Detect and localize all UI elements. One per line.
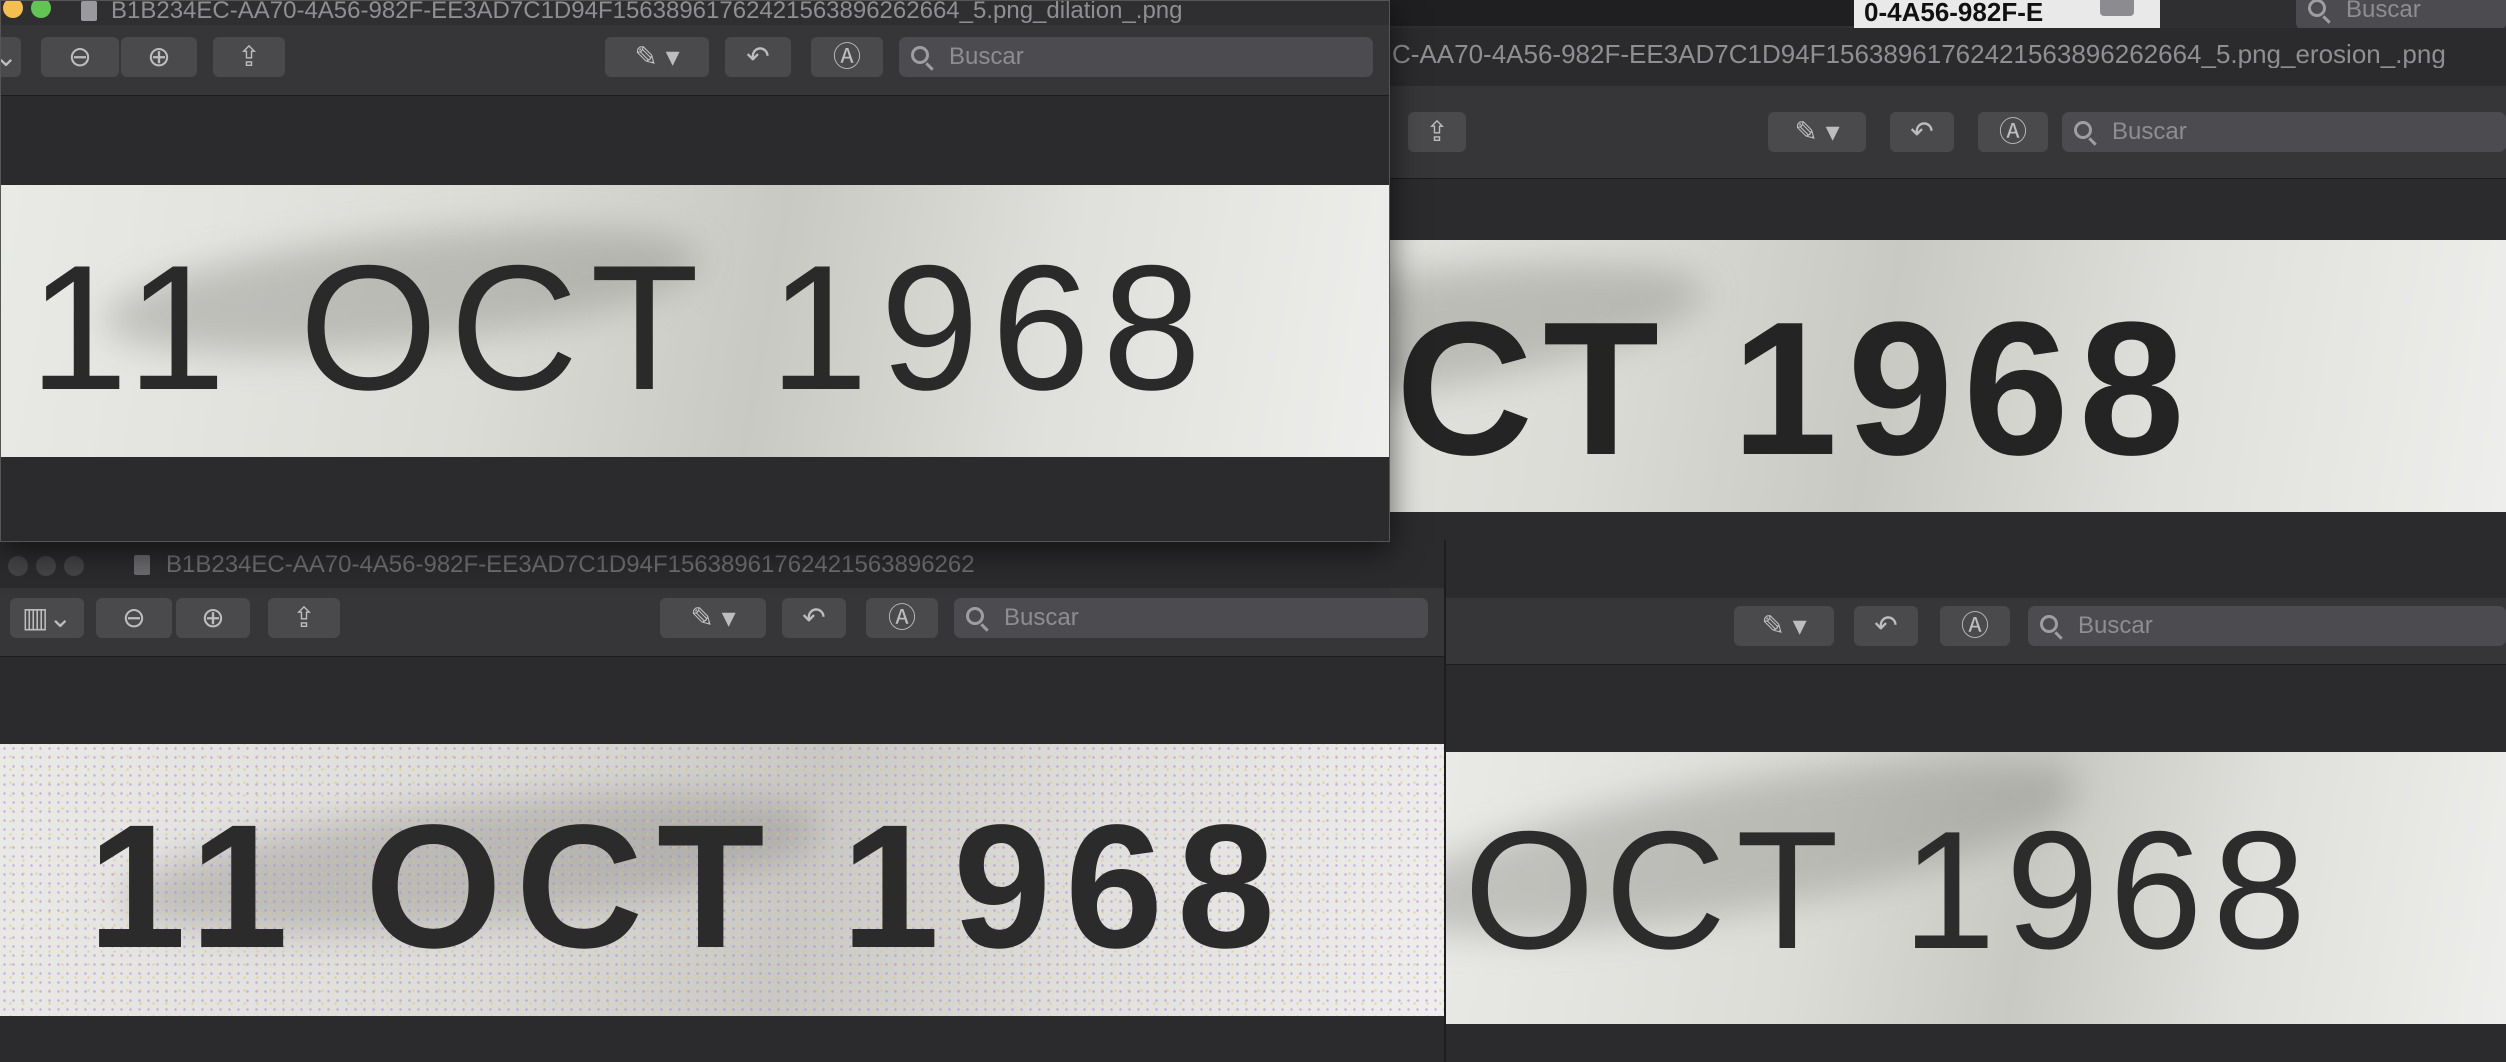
markup-pen-icon: ✎ ▾ xyxy=(690,602,736,633)
document-icon xyxy=(81,1,97,21)
noise-image-text: 11 OCT 1968 xyxy=(88,789,1289,985)
rotate-icon: ↶ xyxy=(1910,116,1934,147)
markup-button[interactable]: ✎ ▾ xyxy=(660,598,766,638)
annotate-icon: Ⓐ xyxy=(832,41,861,72)
zoom-in-icon: ⊕ xyxy=(147,41,171,72)
zoom-button[interactable] xyxy=(31,1,51,18)
annotate-button[interactable]: Ⓐ xyxy=(866,598,938,638)
rotate-button[interactable]: ↶ xyxy=(1890,112,1954,152)
sidebar-button[interactable]: ▥⌄ xyxy=(10,598,84,638)
rotate-button[interactable]: ↶ xyxy=(1854,606,1918,646)
share-icon: ⇪ xyxy=(237,41,261,72)
share-button[interactable]: ⇪ xyxy=(213,37,285,77)
search-icon xyxy=(966,607,984,625)
search-placeholder: Buscar xyxy=(2078,612,2153,639)
original-toolbar: ✎ ▾ ↶ Ⓐ Buscar xyxy=(1444,598,2506,665)
search-field[interactable]: Buscar xyxy=(954,598,1428,638)
search-placeholder: Buscar xyxy=(949,43,1024,70)
search-placeholder: Buscar xyxy=(2346,0,2421,23)
document-icon xyxy=(134,555,150,575)
dilation-window-titlebar: B1B234EC-AA70-4A56-982F-EE3AD7C1D94F1563… xyxy=(1,1,1389,25)
search-placeholder: Buscar xyxy=(1004,604,1079,631)
share-icon: ⇪ xyxy=(292,602,316,633)
markup-pen-icon: ✎ ▾ xyxy=(634,41,680,72)
zoom-out-button[interactable]: ⊖ xyxy=(96,598,172,638)
search-icon xyxy=(911,46,929,64)
markup-pen-icon: ✎ ▾ xyxy=(1794,116,1840,147)
search-field[interactable]: Buscar xyxy=(2296,0,2506,28)
noise-window-title: B1B234EC-AA70-4A56-982F-EE3AD7C1D94F1563… xyxy=(166,551,975,578)
zoom-in-icon: ⊕ xyxy=(201,602,225,633)
close-button[interactable] xyxy=(8,555,28,576)
markup-pen-icon: ✎ ▾ xyxy=(1761,610,1807,641)
dilation-window: B1B234EC-AA70-4A56-982F-EE3AD7C1D94F1563… xyxy=(0,0,1390,542)
rotate-button[interactable]: ↶ xyxy=(782,598,846,638)
annotate-button[interactable]: Ⓐ xyxy=(1978,112,2048,152)
noise-image: 11 OCT 1968 xyxy=(0,744,1444,1016)
dilation-image-text: 11 OCT 1968 xyxy=(29,228,1214,427)
traffic-lights[interactable] xyxy=(8,550,92,580)
search-icon xyxy=(2040,615,2058,633)
markup-button[interactable]: ✎ ▾ xyxy=(1768,112,1866,152)
noise-window-titlebar: B1B234EC-AA70-4A56-982F-EE3AD7C1D94F1563… xyxy=(0,550,1444,580)
zoom-button[interactable] xyxy=(64,555,84,576)
rotate-button[interactable]: ↶ xyxy=(725,37,791,77)
original-window: ✎ ▾ ↶ Ⓐ Buscar OCT 1968 xyxy=(1444,598,2506,1062)
rotate-icon: ↶ xyxy=(802,602,826,633)
erosion-window-title: C-AA70-4A56-982F-EE3AD7C1D94F15638961762… xyxy=(1392,39,2446,68)
markup-button[interactable]: ✎ ▾ xyxy=(605,37,709,77)
annotate-button[interactable]: Ⓐ xyxy=(1940,606,2010,646)
dilation-toolbar: ⌄ ⊖ ⊕ ⇪ ✎ ▾ ↶ Ⓐ Buscar xyxy=(1,25,1389,96)
zoom-in-button[interactable]: ⊕ xyxy=(176,598,250,638)
original-image: OCT 1968 xyxy=(1444,752,2506,1024)
rotate-icon: ↶ xyxy=(1874,610,1898,641)
annotate-icon: Ⓐ xyxy=(887,602,916,633)
annotate-icon: Ⓐ xyxy=(1998,116,2027,147)
chevron-down-icon: ⌄ xyxy=(1,41,18,72)
share-button[interactable]: ⇪ xyxy=(1408,112,1466,152)
minimize-button[interactable] xyxy=(36,555,56,576)
search-icon xyxy=(2074,121,2092,139)
rotate-icon: ↶ xyxy=(746,41,770,72)
markup-button[interactable]: ✎ ▾ xyxy=(1734,606,1834,646)
search-placeholder: Buscar xyxy=(2112,118,2187,145)
sidebar-icon: ▥⌄ xyxy=(22,602,72,633)
zoom-out-button[interactable]: ⊖ xyxy=(41,37,119,77)
dilation-window-title: B1B234EC-AA70-4A56-982F-EE3AD7C1D94F1563… xyxy=(111,1,1183,23)
zoom-out-icon: ⊖ xyxy=(122,602,146,633)
search-icon xyxy=(2308,0,2326,17)
search-field[interactable]: Buscar xyxy=(899,37,1373,77)
tag-icon[interactable] xyxy=(2100,0,2134,16)
annotate-button[interactable]: Ⓐ xyxy=(811,37,883,77)
share-button[interactable]: ⇪ xyxy=(268,598,340,638)
sidebar-menu-button[interactable]: ⌄ xyxy=(1,37,21,77)
minimize-button[interactable] xyxy=(3,1,23,18)
traffic-lights[interactable] xyxy=(3,1,59,19)
noise-window: B1B234EC-AA70-4A56-982F-EE3AD7C1D94F1563… xyxy=(0,540,1446,1062)
zoom-in-button[interactable]: ⊕ xyxy=(121,37,197,77)
search-field[interactable]: Buscar xyxy=(2062,112,2506,152)
annotate-icon: Ⓐ xyxy=(1960,610,1989,641)
original-image-text: OCT 1968 xyxy=(1464,796,2316,984)
noise-toolbar: ▥⌄ ⊖ ⊕ ⇪ ✎ ▾ ↶ Ⓐ Buscar xyxy=(0,588,1444,657)
search-field[interactable]: Buscar xyxy=(2028,606,2506,646)
dilation-image: 11 OCT 1968 xyxy=(1,185,1389,457)
zoom-out-icon: ⊖ xyxy=(68,41,92,72)
active-tab-label: 0-4A56-982F-E xyxy=(1864,0,2044,27)
